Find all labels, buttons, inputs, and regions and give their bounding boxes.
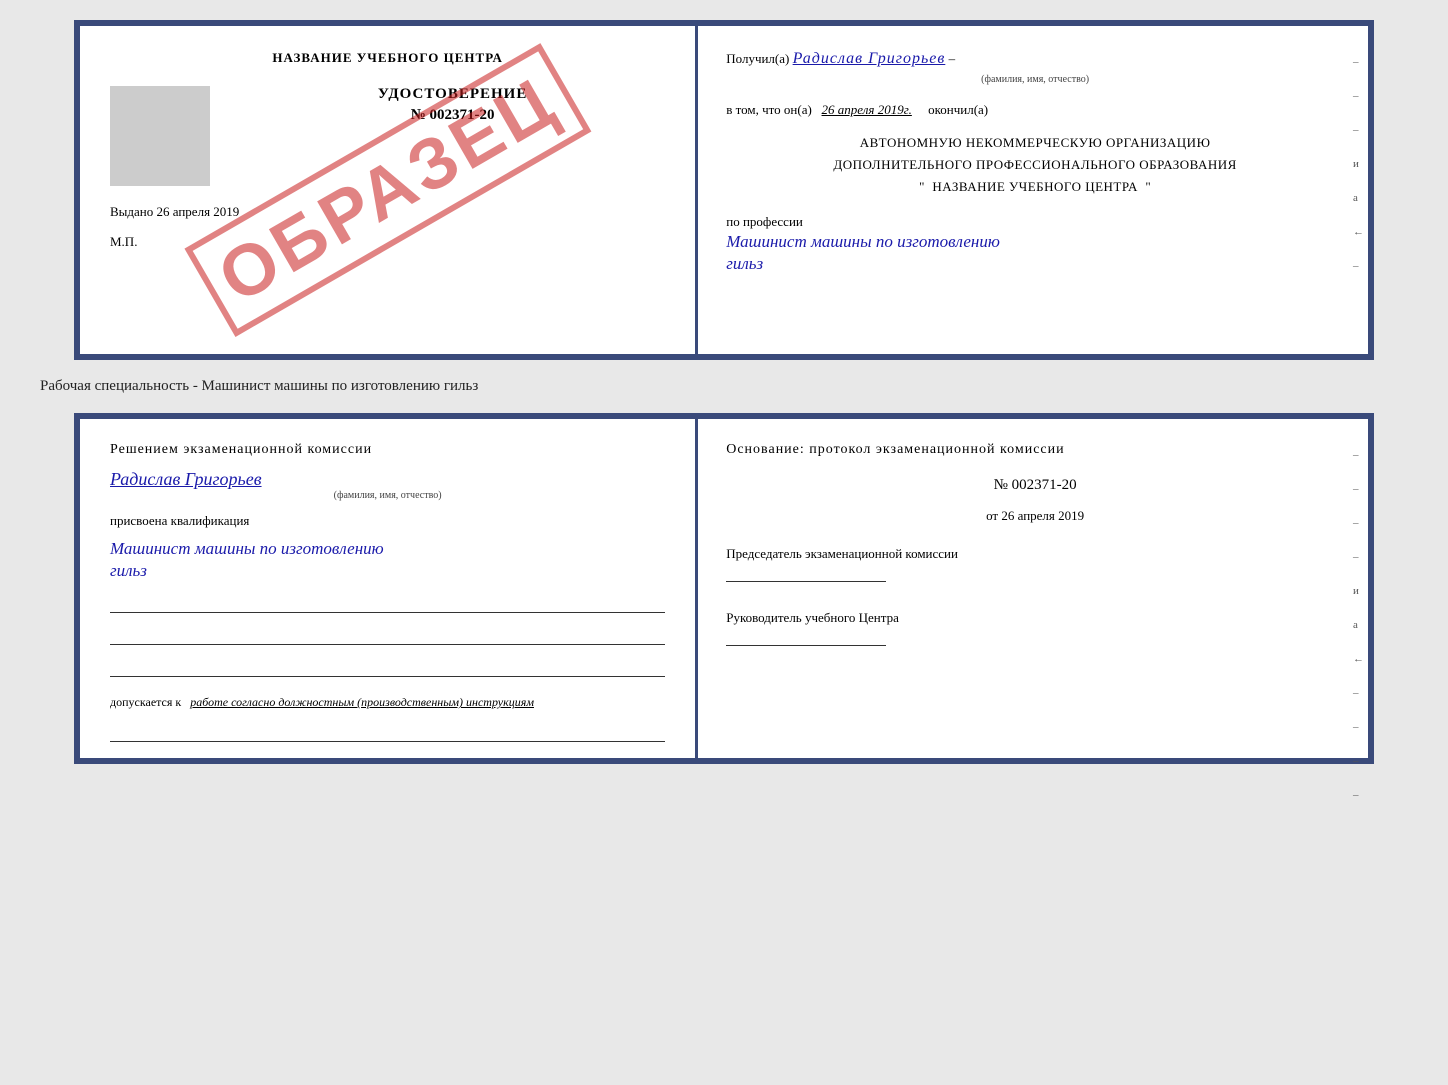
okonchil-label: окончил(а) [928,102,988,117]
side-b-8: – [1353,789,1364,801]
poluchil-label: Получил(а) [726,51,789,66]
bottom-name-sub: (фамилия, имя, отчество) [110,490,665,501]
side-b-1: – [1353,449,1364,461]
bottom-doc-right: Основание: протокол экзаменационной коми… [698,419,1368,758]
side-b-arrow: ← [1353,653,1364,665]
side-mark-a: а [1353,192,1364,204]
protocol-date-prefix: от [986,508,998,523]
cert-date: 26 апреля 2019г. [822,102,912,117]
underline-3 [110,657,665,677]
org-line1: АВТОНОМНУЮ НЕКОММЕРЧЕСКУЮ ОРГАНИЗАЦИЮ [860,135,1211,150]
protocol-date-value: 26 апреля 2019 [1001,508,1084,523]
prisvoena-label: присвоена квалификация [110,513,665,529]
side-marks-bottom: – – – – и а ← – – – – [1353,449,1364,801]
protocol-number: № 002371-20 [726,477,1344,494]
rukov-title: Руководитель учебного Центра [726,610,899,625]
side-b-2: – [1353,483,1364,495]
dash-top: – [949,51,956,66]
mp-label: М.П. [110,234,665,250]
bottom-person-name: Радислав Григорьев [110,469,262,489]
bottom-document: Решением экзаменационной комиссии Радисл… [74,413,1374,764]
date-line: в том, что он(а) 26 апреля 2019г. окончи… [726,102,1344,118]
issued-date-value: 26 апреля 2019 [157,204,240,219]
school-name-right: НАЗВАНИЕ УЧЕБНОГО ЦЕНТРА [932,179,1137,194]
org-quote-close: " [1145,179,1151,194]
underline-1 [110,593,665,613]
side-b-7: – [1353,755,1364,767]
bottom-doc-left: Решением экзаменационной комиссии Радисл… [80,419,698,758]
chairman-signature-line [726,581,886,582]
recipient-sub: (фамилия, имя, отчество) [726,72,1344,88]
side-mark-1: – [1353,56,1364,68]
side-b-a: а [1353,619,1364,631]
side-mark-2: – [1353,90,1364,102]
underline-4 [110,722,665,742]
side-mark-arrow: ← [1353,226,1364,238]
chairman-title: Председатель экзаменационной комиссии [726,546,958,561]
issued-date: Выдано 26 апреля 2019 [110,204,665,220]
recipient-line: Получил(а) Радислав Григорьев – (фамилия… [726,46,1344,88]
separator-label: Рабочая специальность - Машинист машины … [40,378,478,395]
osnov-title: Основание: протокол экзаменационной коми… [726,439,1344,461]
side-mark-i: и [1353,158,1364,170]
dopusk-label: допускается к [110,695,181,709]
po-professii-label: по профессии [726,214,803,229]
qual-block: Машинист машины по изготовлению гильз [110,537,665,581]
rukov-signature-line [726,645,886,646]
school-name-left: НАЗВАНИЕ УЧЕБНОГО ЦЕНТРА [110,50,665,66]
org-quote-open: " [919,179,925,194]
chairman-block: Председатель экзаменационной комиссии [726,544,1344,582]
top-document: НАЗВАНИЕ УЧЕБНОГО ЦЕНТРА УДОСТОВЕРЕНИЕ №… [74,20,1374,360]
rukov-block: Руководитель учебного Центра [726,608,1344,646]
dopusk-text: допускается к работе согласно должностны… [110,695,665,710]
underline-2 [110,625,665,645]
cert-number: № 002371-20 [240,107,665,124]
cert-title-block: УДОСТОВЕРЕНИЕ № 002371-20 [240,86,665,124]
profession-block: по профессии Машинист машины по изготовл… [726,214,1344,274]
profession-value: Машинист машины по изготовлению [726,232,1344,252]
side-mark-3: – [1353,124,1364,136]
side-b-6: – [1353,721,1364,733]
side-mark-4: – [1353,260,1364,272]
recipient-name: Радислав Григорьев [793,50,946,67]
side-b-i: и [1353,585,1364,597]
profession-line2: гильз [726,254,1344,274]
v-tom-label: в том, что он(а) [726,102,812,117]
cert-title: УДОСТОВЕРЕНИЕ [240,86,665,103]
org-line2: ДОПОЛНИТЕЛЬНОГО ПРОФЕССИОНАЛЬНОГО ОБРАЗО… [833,157,1236,172]
side-b-3: – [1353,517,1364,529]
top-doc-right: Получил(а) Радислав Григорьев – (фамилия… [698,26,1368,354]
side-b-4: – [1353,551,1364,563]
bottom-person-block: Радислав Григорьев (фамилия, имя, отчест… [110,469,665,501]
qual-value-line2: гильз [110,561,665,581]
dopusk-italic: работе согласно должностным (производств… [190,695,534,709]
top-doc-left: НАЗВАНИЕ УЧЕБНОГО ЦЕНТРА УДОСТОВЕРЕНИЕ №… [80,26,698,354]
side-b-5: – [1353,687,1364,699]
protocol-date: от 26 апреля 2019 [726,508,1344,524]
logo-placeholder [110,86,210,186]
issued-label: Выдано [110,204,153,219]
commission-title: Решением экзаменационной комиссии [110,439,665,461]
org-block: АВТОНОМНУЮ НЕКОММЕРЧЕСКУЮ ОРГАНИЗАЦИЮ ДО… [726,132,1344,198]
side-marks-top: – – – и а ← – [1353,56,1364,272]
qual-value-line1: Машинист машины по изготовлению [110,539,665,559]
